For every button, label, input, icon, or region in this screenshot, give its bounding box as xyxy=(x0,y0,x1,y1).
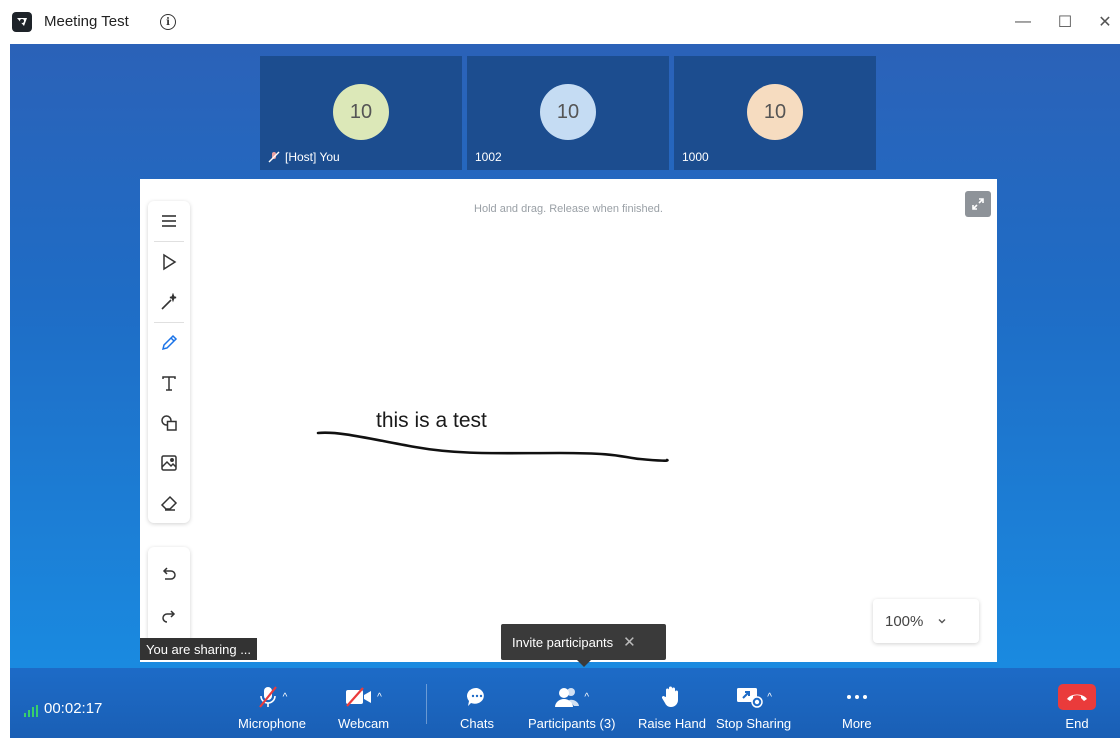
participant-name: [Host] You xyxy=(268,150,340,164)
participant-tile[interactable]: 10 [Host] You xyxy=(260,56,462,170)
stop-sharing-button[interactable]: ^ Stop Sharing xyxy=(716,682,791,731)
avatar: 10 xyxy=(540,84,596,140)
participant-tile[interactable]: 10 1000 xyxy=(674,56,876,170)
raise-hand-button[interactable]: Raise Hand xyxy=(638,682,706,731)
app-logo-icon xyxy=(12,12,32,32)
more-button[interactable]: More xyxy=(842,682,872,731)
zoom-dropdown[interactable]: 100% xyxy=(873,599,979,643)
meeting-stage: 10 [Host] You 10 1002 10 1000 Hold and d… xyxy=(10,44,1120,668)
timer-label: 00:02:17 xyxy=(44,700,103,717)
participant-name-label: 1002 xyxy=(475,150,502,164)
whiteboard-canvas[interactable]: Hold and drag. Release when finished. th… xyxy=(140,179,997,662)
whiteboard-text[interactable]: this is a test xyxy=(376,409,487,433)
microphone-button[interactable]: ^ Microphone xyxy=(238,682,306,731)
meeting-control-bar: 00:02:17 ^ Microphone ^ Webcam Chats ^ P… xyxy=(10,668,1120,738)
drawn-stroke xyxy=(316,431,669,462)
participant-name-label: [Host] You xyxy=(285,150,340,164)
end-meeting-button[interactable]: End xyxy=(1058,682,1096,731)
participants-button[interactable]: ^ Participants (3) xyxy=(528,682,615,731)
divider xyxy=(426,684,427,724)
hand-icon xyxy=(661,686,678,708)
title-bar: Meeting Test i — ☐ ✕ xyxy=(0,0,1120,44)
minimize-button[interactable]: — xyxy=(1008,10,1038,34)
info-icon[interactable]: i xyxy=(160,14,176,30)
stop-share-screen-icon xyxy=(737,688,763,708)
invite-tooltip-label: Invite participants xyxy=(512,634,614,650)
hang-up-icon xyxy=(1058,684,1096,710)
signal-strength-icon xyxy=(24,705,38,717)
chevron-up-icon[interactable]: ^ xyxy=(767,692,772,703)
more-label: More xyxy=(842,716,872,731)
stop-sharing-label: Stop Sharing xyxy=(716,716,792,731)
meeting-timer: 00:02:17 xyxy=(24,700,102,717)
tooltip-arrow xyxy=(577,660,591,667)
raise-hand-label: Raise Hand xyxy=(638,716,706,731)
window-title: Meeting Test xyxy=(44,13,129,30)
maximize-button[interactable]: ☐ xyxy=(1050,10,1080,34)
webcam-off-icon xyxy=(346,687,372,707)
webcam-label: Webcam xyxy=(338,716,390,731)
zoom-level: 100% xyxy=(885,612,924,630)
participant-name: 1002 xyxy=(475,150,502,164)
webcam-button[interactable]: ^ Webcam xyxy=(338,682,389,731)
more-dots-icon xyxy=(846,695,867,699)
sharing-status-badge: You are sharing ... xyxy=(140,638,258,660)
participant-name: 1000 xyxy=(682,150,709,164)
chevron-up-icon[interactable]: ^ xyxy=(283,692,288,703)
participants-label: Participants (3) xyxy=(528,716,616,731)
participant-name-label: 1000 xyxy=(682,150,709,164)
close-button[interactable]: ✕ xyxy=(1090,10,1120,34)
microphone-label: Microphone xyxy=(238,716,306,731)
chevron-up-icon[interactable]: ^ xyxy=(584,692,589,703)
close-icon[interactable]: ✕ xyxy=(623,633,636,651)
avatar: 10 xyxy=(333,84,389,140)
chats-button[interactable]: Chats xyxy=(460,682,494,731)
end-label: End xyxy=(1065,716,1089,731)
avatar: 10 xyxy=(747,84,803,140)
participants-icon xyxy=(555,688,580,707)
chat-bubble-icon xyxy=(466,687,484,706)
chevron-down-icon xyxy=(938,619,946,624)
chevron-up-icon[interactable]: ^ xyxy=(377,692,382,703)
participant-tile[interactable]: 10 1002 xyxy=(467,56,669,170)
muted-mic-icon xyxy=(258,686,277,708)
muted-mic-icon xyxy=(268,151,280,163)
invite-participants-tooltip[interactable]: Invite participants ✕ xyxy=(501,624,666,660)
chats-label: Chats xyxy=(460,716,494,731)
